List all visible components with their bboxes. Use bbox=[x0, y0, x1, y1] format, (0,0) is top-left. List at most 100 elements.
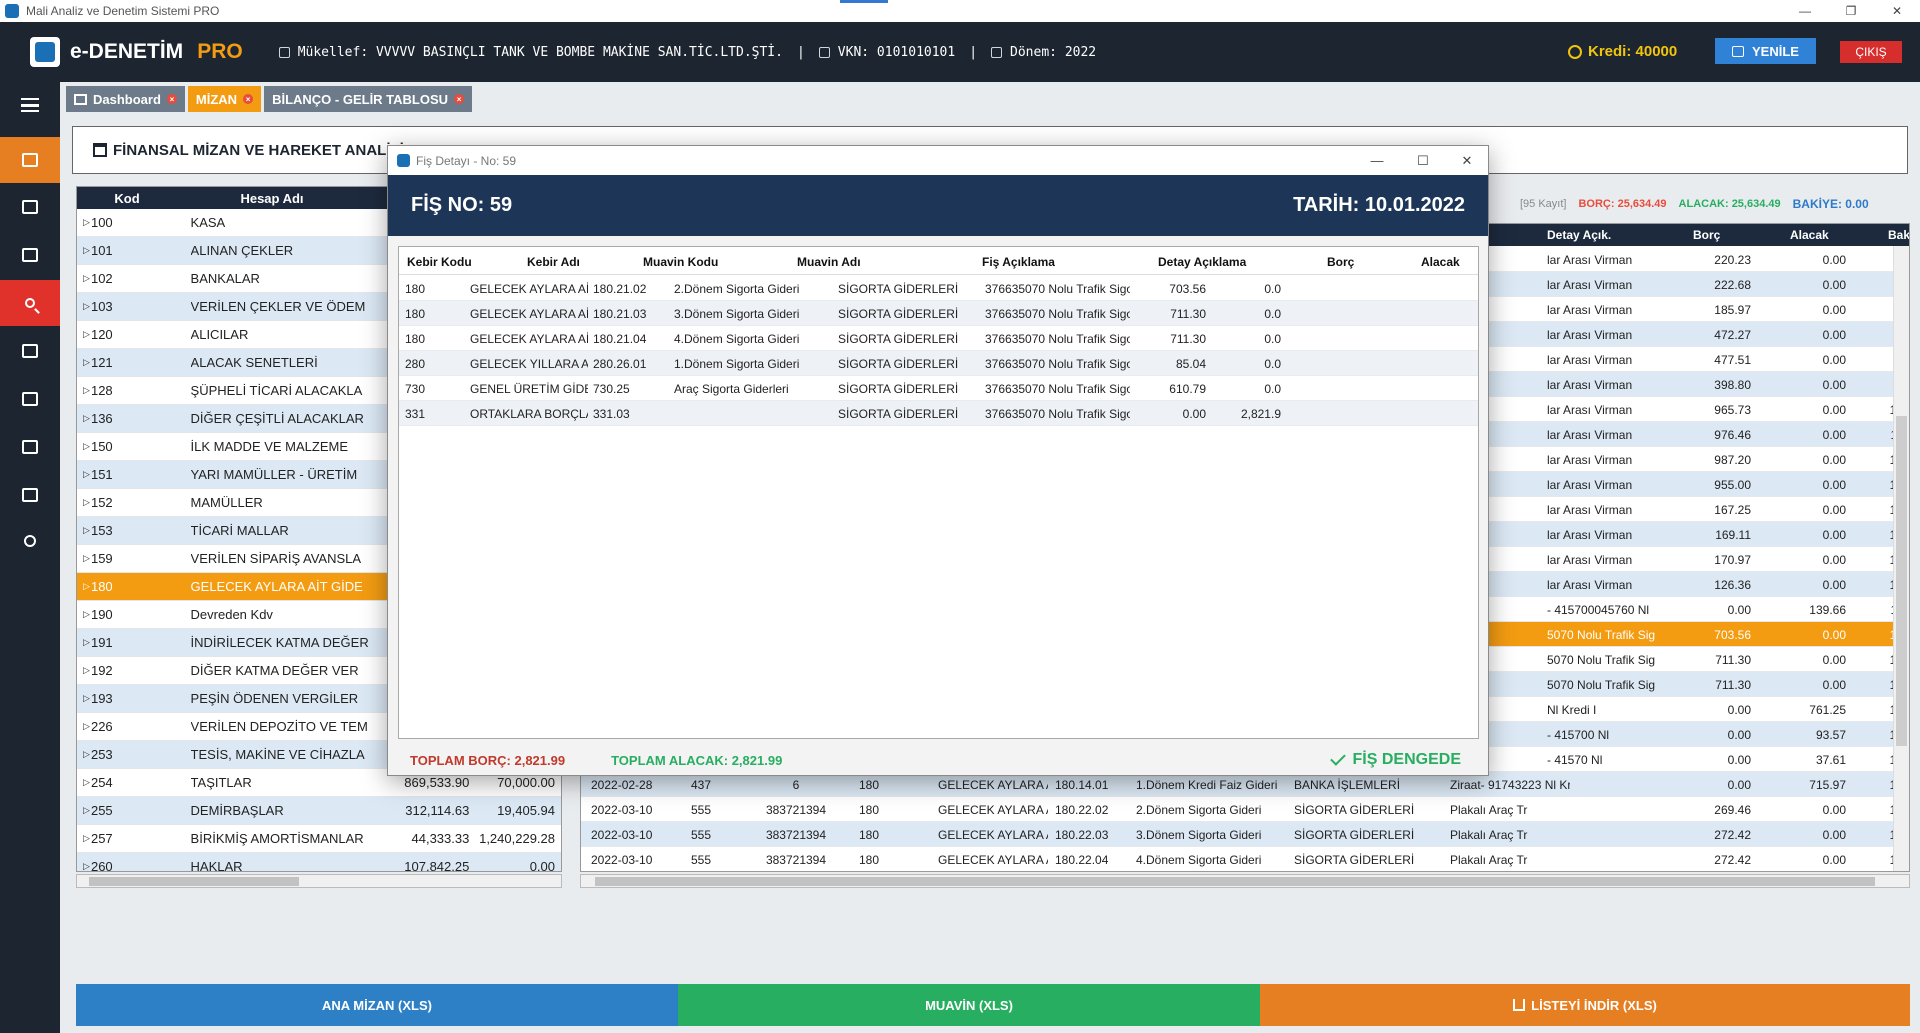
expand-icon[interactable]: ▷ bbox=[77, 301, 91, 312]
expand-icon[interactable]: ▷ bbox=[77, 329, 91, 340]
column-code[interactable]: Kod bbox=[77, 191, 177, 206]
refresh-button[interactable]: YENİLE bbox=[1715, 38, 1816, 64]
movement-row[interactable]: 2022-03-10 555 383721394 180 GELECEK AYLARA … bbox=[581, 797, 1909, 822]
close-icon[interactable]: × bbox=[166, 94, 177, 104]
column-debit[interactable]: Borç bbox=[1693, 228, 1720, 242]
expand-icon[interactable]: ▷ bbox=[77, 861, 91, 871]
account-name: ALICILAR bbox=[190, 327, 249, 342]
account-debit: 44,333.33 bbox=[411, 831, 470, 846]
window-title: Mali Analiz ve Denetim Sistemi PRO bbox=[26, 4, 220, 18]
sidebar-item-charts[interactable] bbox=[0, 328, 60, 374]
expand-icon[interactable]: ▷ bbox=[77, 469, 91, 480]
kebir-code: 180 bbox=[405, 307, 426, 321]
expand-icon[interactable]: ▷ bbox=[77, 805, 91, 816]
scroll-thumb[interactable] bbox=[595, 877, 1875, 886]
movement-grid-vscroll[interactable] bbox=[1893, 246, 1909, 871]
sidebar-item-archive[interactable] bbox=[0, 184, 60, 230]
expand-icon[interactable]: ▷ bbox=[77, 833, 91, 844]
tab-dashboard[interactable]: Dashboard × bbox=[66, 86, 185, 112]
sidebar-item-balance[interactable] bbox=[0, 376, 60, 422]
voucher-row[interactable]: 730 GENEL ÜRETİM GİDERLE 730.25 Araç Sigort… bbox=[399, 376, 1478, 401]
kebir-name: GENEL ÜRETİM GİDERLE bbox=[470, 382, 588, 396]
dialog-maximize-button[interactable]: ☐ bbox=[1400, 146, 1446, 175]
detail-desc: lar Arası Virman bbox=[1547, 428, 1633, 442]
debit-value: 987.20 bbox=[1714, 453, 1751, 467]
expand-icon[interactable]: ▷ bbox=[77, 217, 91, 228]
expand-icon[interactable]: ▷ bbox=[77, 609, 91, 620]
expand-icon[interactable]: ▷ bbox=[77, 245, 91, 256]
expand-icon[interactable]: ▷ bbox=[77, 413, 91, 424]
account-code: 102 bbox=[90, 271, 113, 286]
voucher-row[interactable]: 180 GELECEK AYLARA AİT Gİ 180.21.03 3.Dönem… bbox=[399, 301, 1478, 326]
column-debit[interactable]: Borç bbox=[1327, 255, 1354, 269]
voucher-row[interactable]: 180 GELECEK AYLARA AİT Gİ 180.21.02 2.Dönem… bbox=[399, 276, 1478, 301]
column-kebir-code[interactable]: Kebir Kodu bbox=[407, 255, 472, 269]
scroll-thumb[interactable] bbox=[89, 877, 299, 886]
menu-toggle[interactable] bbox=[0, 82, 60, 128]
voucher-row[interactable]: 331 ORTAKLARA BORÇLAR (I 331.03 SİGORTA GİD… bbox=[399, 401, 1478, 426]
expand-icon[interactable]: ▷ bbox=[77, 581, 91, 592]
download-list-button[interactable]: LİSTEYİ İNDİR (XLS) bbox=[1260, 984, 1910, 1026]
sidebar-item-reports[interactable] bbox=[0, 232, 60, 278]
account-row[interactable]: ▷ 257 BİRİKMİŞ AMORTİSMANLAR 44,333.33 1,240… bbox=[77, 825, 561, 853]
account-row[interactable]: ▷ 260 HAKLAR 107,842.25 0.00 bbox=[77, 853, 561, 871]
sidebar-item-files[interactable] bbox=[0, 424, 60, 470]
expand-icon[interactable]: ▷ bbox=[77, 273, 91, 284]
close-icon[interactable]: × bbox=[243, 94, 254, 104]
detail-desc: 376635070 Nolu Trafik Sigorta I bbox=[985, 382, 1130, 396]
sidebar-item-settings[interactable] bbox=[0, 518, 60, 564]
expand-icon[interactable]: ▷ bbox=[77, 777, 91, 788]
sidebar-item-users[interactable] bbox=[0, 472, 60, 518]
column-credit[interactable]: Alacak bbox=[1790, 228, 1829, 242]
dialog-title-bar: Fiş Detayı - No: 59 — ☐ ✕ bbox=[388, 146, 1488, 175]
account-row[interactable]: ▷ 255 DEMİRBAŞLAR 312,114.63 19,405.94 bbox=[77, 797, 561, 825]
tab-bilanco[interactable]: BİLANÇO - GELİR TABLOSU × bbox=[264, 86, 473, 112]
movement-row[interactable]: 2022-03-10 555 383721394 180 GELECEK AYLARA … bbox=[581, 822, 1909, 847]
expand-icon[interactable]: ▷ bbox=[77, 357, 91, 368]
dialog-minimize-button[interactable]: — bbox=[1354, 146, 1400, 175]
column-voucher-desc[interactable]: Fiş Açıklama bbox=[982, 255, 1055, 269]
expand-icon[interactable]: ▷ bbox=[77, 637, 91, 648]
credit-value: 0.00 bbox=[1822, 803, 1846, 817]
expand-icon[interactable]: ▷ bbox=[77, 497, 91, 508]
column-kebir-name[interactable]: Kebir Adı bbox=[527, 255, 580, 269]
column-account-name[interactable]: Hesap Adı bbox=[177, 191, 367, 206]
app-header: e-DENETİM PRO Mükellef: VVVVV BASINÇLI T… bbox=[0, 22, 1920, 82]
expand-icon[interactable]: ▷ bbox=[77, 385, 91, 396]
minimize-button[interactable]: — bbox=[1782, 0, 1828, 22]
column-balance[interactable]: Bakiye bbox=[1888, 228, 1909, 242]
voucher-row[interactable]: 180 GELECEK AYLARA AİT Gİ 180.21.04 4.Dönem… bbox=[399, 326, 1478, 351]
column-muavin-code[interactable]: Muavin Kodu bbox=[643, 255, 718, 269]
voucher-no: 555 bbox=[691, 803, 712, 817]
sidebar bbox=[0, 82, 60, 1033]
exit-button[interactable]: ÇIKIŞ bbox=[1840, 41, 1902, 63]
close-icon[interactable]: × bbox=[454, 94, 465, 104]
account-grid-hscroll[interactable] bbox=[76, 874, 562, 888]
export-main-mizan-button[interactable]: ANA MİZAN (XLS) bbox=[76, 984, 678, 1026]
debit-value: 477.51 bbox=[1714, 353, 1751, 367]
expand-icon[interactable]: ▷ bbox=[77, 553, 91, 564]
movement-row[interactable]: 2022-03-10 555 383721394 180 GELECEK AYLARA … bbox=[581, 847, 1909, 871]
expand-icon[interactable]: ▷ bbox=[77, 665, 91, 676]
muavin-code: 280.26.01 bbox=[593, 357, 647, 371]
close-button[interactable]: ✕ bbox=[1874, 0, 1920, 22]
dialog-close-button[interactable]: ✕ bbox=[1444, 146, 1490, 175]
debit-value: 610.79 bbox=[1169, 382, 1206, 396]
export-muavin-button[interactable]: MUAVİN (XLS) bbox=[678, 984, 1260, 1026]
movement-grid-hscroll[interactable] bbox=[580, 874, 1910, 888]
expand-icon[interactable]: ▷ bbox=[77, 749, 91, 760]
voucher-row[interactable]: 280 GELECEK YILLARA AİT Gİ 280.26.01 1.Döne… bbox=[399, 351, 1478, 376]
column-credit[interactable]: Alacak bbox=[1421, 255, 1460, 269]
sidebar-item-search[interactable] bbox=[0, 280, 60, 326]
expand-icon[interactable]: ▷ bbox=[77, 721, 91, 732]
column-detail[interactable]: Detay Açık. bbox=[1547, 228, 1611, 242]
expand-icon[interactable]: ▷ bbox=[77, 525, 91, 536]
expand-icon[interactable]: ▷ bbox=[77, 441, 91, 452]
column-detail-desc[interactable]: Detay Açıklama bbox=[1158, 255, 1246, 269]
maximize-button[interactable]: ❐ bbox=[1828, 0, 1874, 22]
expand-icon[interactable]: ▷ bbox=[77, 693, 91, 704]
column-muavin-name[interactable]: Muavin Adı bbox=[797, 255, 861, 269]
scroll-thumb[interactable] bbox=[1896, 416, 1907, 746]
tab-mizan[interactable]: MİZAN × bbox=[187, 86, 262, 112]
sidebar-item-mizan[interactable] bbox=[0, 137, 60, 183]
